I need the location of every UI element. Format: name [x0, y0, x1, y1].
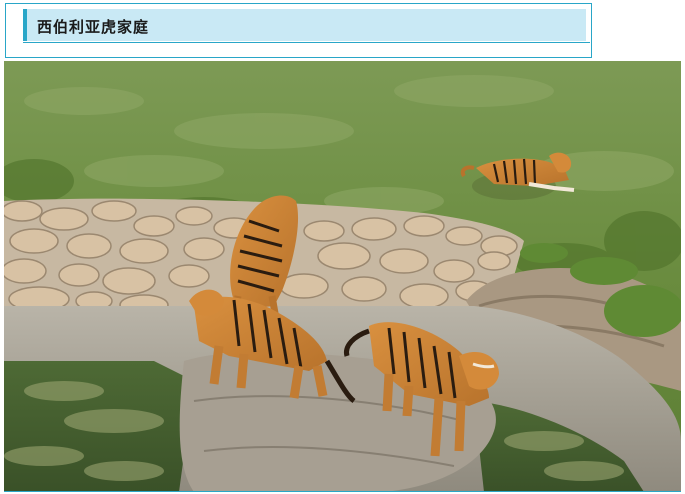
title-underline	[23, 42, 590, 43]
tiger-photo-graphic	[4, 61, 681, 491]
tiger-photo	[4, 61, 681, 492]
page-title: 西伯利亚虎家庭	[37, 18, 150, 36]
header-frame: 西伯利亚虎家庭	[5, 3, 592, 58]
title-bar: 西伯利亚虎家庭	[23, 9, 590, 43]
